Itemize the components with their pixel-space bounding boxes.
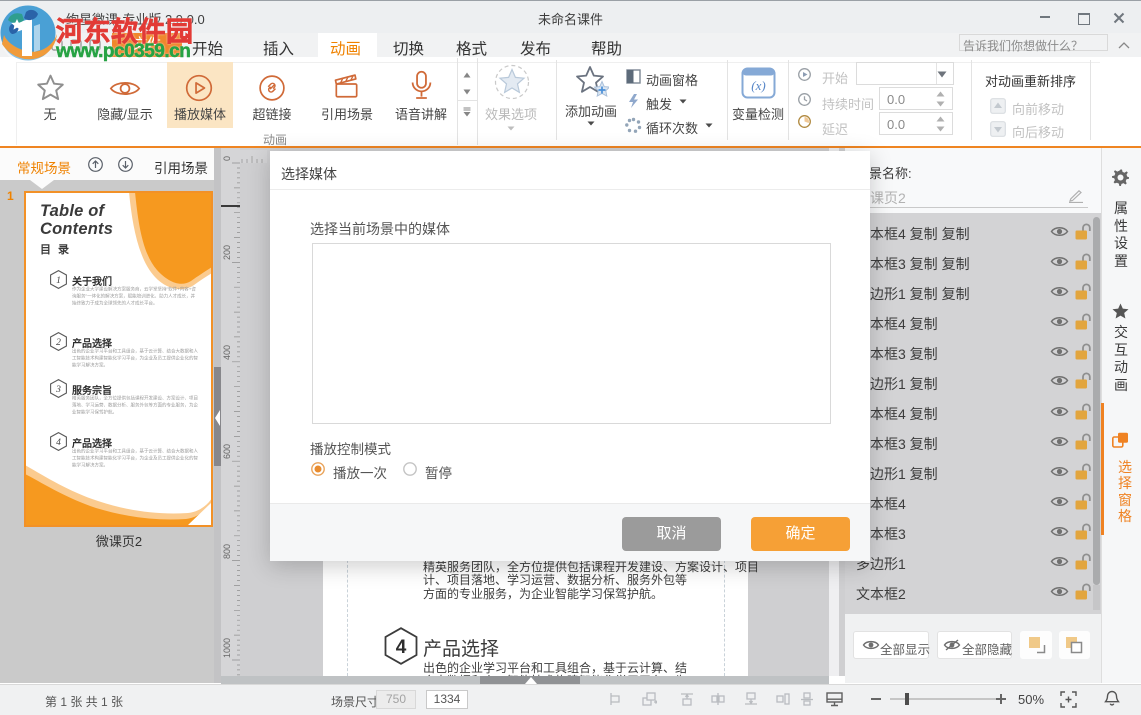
svg-text:4: 4	[396, 637, 407, 658]
svg-text:400: 400	[222, 345, 232, 360]
svg-text:1: 1	[56, 276, 61, 286]
svg-text:0: 0	[222, 156, 232, 161]
svg-text:1000: 1000	[222, 638, 232, 658]
svg-text:600: 600	[222, 444, 232, 459]
svg-text:4: 4	[56, 438, 61, 448]
svg-text:(x): (x)	[751, 78, 765, 93]
svg-text:200: 200	[222, 245, 232, 260]
svg-text:3: 3	[55, 385, 61, 395]
svg-text:2: 2	[56, 338, 61, 348]
svg-text:800: 800	[222, 544, 232, 559]
